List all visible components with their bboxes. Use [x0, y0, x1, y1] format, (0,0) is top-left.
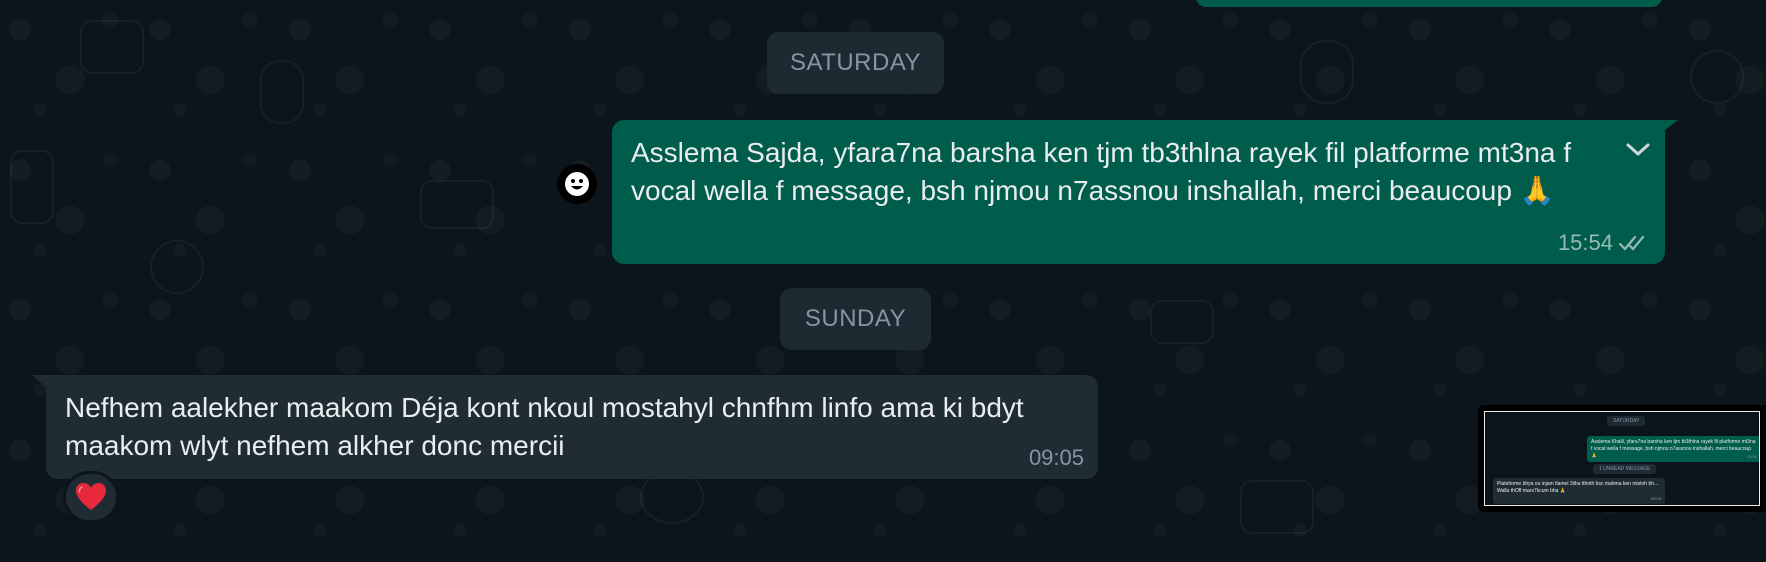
wallpaper-doodle [1300, 40, 1354, 104]
thumbnail-incoming-message: Plateforme bhya ou injam tlamel 3liha tt… [1493, 478, 1665, 504]
outgoing-message-bubble[interactable]: Asslema Sajda, yfara7na barsha ken tjm t… [612, 120, 1665, 264]
incoming-message-bubble[interactable]: Nefhem aalekher maakom Déja kont nkoul m… [46, 375, 1098, 479]
wallpaper-doodle [10, 150, 54, 224]
thumbnail-outgoing-message: Asslema Khalil, yfara7na barsha ken tjm … [1587, 436, 1759, 462]
message-time: 09:05 [1028, 445, 1084, 470]
chat-area[interactable]: SATURDAY Asslema Sajda, yfara7na barsha … [0, 0, 1766, 562]
previous-outgoing-message[interactable] [1196, 0, 1662, 7]
heart-icon [76, 483, 106, 510]
date-separator-saturday: SATURDAY [767, 32, 944, 94]
double-check-icon [1619, 235, 1645, 251]
thumbnail-preview: SATURDAY Asslema Khalil, yfara7na barsha… [1484, 411, 1760, 506]
thumbnail-incoming-text: Plateforme bhya ou injam tlamel 3liha tt… [1497, 481, 1659, 494]
wallpaper-doodle [150, 240, 204, 294]
screenshot-thumbnail[interactable]: SATURDAY Asslema Khalil, yfara7na barsha… [1478, 405, 1766, 512]
reaction-badge[interactable] [63, 471, 119, 523]
chevron-down-icon [1626, 143, 1650, 156]
wallpaper-doodle [1240, 480, 1314, 534]
wallpaper-doodle [260, 60, 304, 124]
smiley-face-icon [565, 172, 589, 196]
thumbnail-date-chip: SATURDAY [1607, 416, 1646, 426]
thumbnail-outgoing-time: 15:54 [1746, 454, 1757, 459]
thumbnail-incoming-time: 09:05 [1650, 496, 1661, 501]
wallpaper-doodle [80, 20, 144, 74]
wallpaper-doodle [420, 180, 494, 229]
message-menu-button[interactable] [1593, 130, 1653, 170]
avatar[interactable] [557, 164, 597, 204]
wallpaper-doodle [1690, 50, 1744, 104]
thumbnail-unread-chip: 1 UNREAD MESSAGE [1593, 464, 1657, 474]
message-time: 15:54 [1557, 230, 1613, 255]
outgoing-message-meta: 15:54 [1558, 230, 1651, 256]
date-separator-sunday: SUNDAY [780, 288, 931, 350]
wallpaper-doodle [1150, 300, 1214, 344]
incoming-message-text: Nefhem aalekher maakom Déja kont nkoul m… [65, 392, 1024, 461]
outgoing-message-text: Asslema Sajda, yfara7na barsha ken tjm t… [631, 137, 1572, 206]
thumbnail-outgoing-text: Asslema Khalil, yfara7na barsha ken tjm … [1591, 439, 1756, 459]
